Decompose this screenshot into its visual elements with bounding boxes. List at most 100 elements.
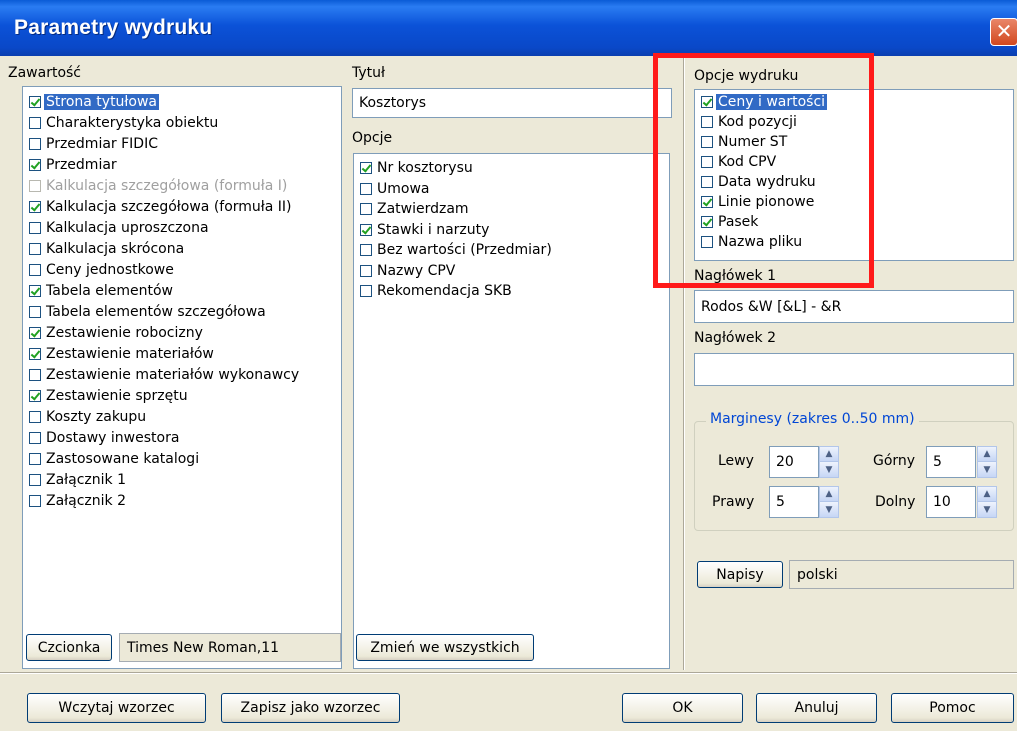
checkbox-icon[interactable]	[29, 264, 41, 276]
zawartosc-item[interactable]: Załącznik 1	[29, 470, 126, 490]
zawartosc-item[interactable]: Kalkulacja szczegółowa (formuła I)	[29, 176, 287, 196]
checkbox-icon[interactable]	[29, 306, 41, 318]
checkbox-icon[interactable]	[29, 138, 41, 150]
opcje-listbox[interactable]: Nr kosztorysu Umowa Zatwierdzam Stawki i na…	[353, 153, 670, 669]
zawartosc-item[interactable]: Zastosowane katalogi	[29, 449, 199, 469]
dolny-spin-up-icon[interactable]: ▲	[978, 487, 996, 502]
checkbox-icon[interactable]	[360, 244, 372, 256]
zawartosc-item[interactable]: Koszty zakupu	[29, 407, 146, 427]
zawartosc-item[interactable]: Kalkulacja skrócona	[29, 239, 184, 259]
checkbox-icon[interactable]	[360, 203, 372, 215]
checkbox-icon[interactable]	[29, 453, 41, 465]
zawartosc-item[interactable]: Strona tytułowa	[29, 92, 160, 112]
zawartosc-item[interactable]: Charakterystyka obiektu	[29, 113, 218, 133]
gorny-spin-down-icon[interactable]: ▼	[978, 462, 996, 477]
zawartosc-item[interactable]: Ceny jednostkowe	[29, 260, 174, 280]
zawartosc-item[interactable]: Przedmiar	[29, 155, 117, 175]
checkbox-icon[interactable]	[29, 180, 41, 192]
checkbox-icon[interactable]	[701, 176, 713, 188]
checkbox-icon[interactable]	[29, 369, 41, 381]
checkbox-icon[interactable]	[360, 182, 372, 195]
checkbox-icon[interactable]	[29, 222, 41, 234]
opcje-item[interactable]: Nr kosztorysu	[360, 158, 473, 178]
zawartosc-item[interactable]: Zestawienie materiałów	[29, 344, 214, 364]
opcje_wydruku-item[interactable]: Kod CPV	[701, 152, 776, 172]
opcje-item[interactable]: Nazwy CPV	[360, 261, 455, 281]
opcje_wydruku-item[interactable]: Kod pozycji	[701, 112, 797, 132]
opcje-item[interactable]: Rekomendacja SKB	[360, 281, 512, 301]
opcje_wydruku-item[interactable]: Linie pionowe	[701, 192, 814, 212]
prawy-spin-up-icon[interactable]: ▲	[820, 487, 838, 502]
checkbox-icon[interactable]	[29, 411, 41, 423]
zawartosc-item[interactable]: Kalkulacja uproszczona	[29, 218, 209, 238]
checkbox-icon[interactable]	[29, 117, 41, 129]
zawartosc-item[interactable]: Tabela elementów	[29, 281, 173, 301]
zawartosc-item[interactable]: Przedmiar FIDIC	[29, 134, 158, 154]
checkbox-icon[interactable]	[701, 216, 713, 228]
zawartosc-item[interactable]: Tabela elementów szczegółowa	[29, 302, 266, 322]
checkbox-icon[interactable]	[29, 474, 41, 486]
close-button[interactable]: ✕	[990, 18, 1017, 46]
pomoc-button[interactable]: Pomoc	[891, 693, 1014, 723]
checkbox-icon[interactable]	[701, 116, 713, 128]
checkbox-icon[interactable]	[29, 96, 41, 108]
checkbox-icon[interactable]	[701, 196, 713, 208]
opcje-item[interactable]: Umowa	[360, 179, 429, 199]
dolny-spinner[interactable]: ▲ ▼	[977, 486, 997, 518]
opcje-item[interactable]: Bez wartości (Przedmiar)	[360, 240, 552, 260]
gorny-spin-up-icon[interactable]: ▲	[978, 447, 996, 462]
opcje-item[interactable]: Zatwierdzam	[360, 199, 469, 219]
checkbox-icon[interactable]	[29, 285, 41, 297]
opcje_wydruku-item[interactable]: Data wydruku	[701, 172, 816, 192]
checkbox-icon[interactable]	[701, 136, 713, 148]
checkbox-icon[interactable]	[360, 223, 372, 236]
lewy-spinner[interactable]: ▲ ▼	[819, 446, 839, 478]
checkbox-icon[interactable]	[701, 236, 713, 248]
zmien-we-wszystkich-button[interactable]: Zmień we wszystkich	[356, 634, 534, 661]
zawartosc-item[interactable]: Zestawienie materiałów wykonawcy	[29, 365, 299, 385]
opcje_wydruku-item[interactable]: Ceny i wartości	[701, 92, 828, 112]
checkbox-icon[interactable]	[701, 156, 713, 168]
checkbox-icon[interactable]	[29, 159, 41, 171]
checkbox-icon[interactable]	[360, 285, 372, 297]
naglowek1-input[interactable]: Rodos &W [&L] - &R	[694, 290, 1014, 323]
checkbox-icon[interactable]	[29, 327, 41, 339]
ok-button[interactable]: OK	[622, 693, 743, 723]
checkbox-icon[interactable]	[29, 390, 41, 402]
wczytaj-wzorzec-button[interactable]: Wczytaj wzorzec	[27, 693, 206, 723]
gorny-input[interactable]: 5	[926, 446, 976, 478]
checkbox-icon[interactable]	[29, 201, 41, 213]
checkbox-icon[interactable]	[29, 243, 41, 255]
opcje-item[interactable]: Stawki i narzuty	[360, 220, 489, 240]
zawartosc-item[interactable]: Załącznik 2	[29, 491, 126, 511]
zawartosc-item[interactable]: Zestawienie sprzętu	[29, 386, 188, 406]
checkbox-icon[interactable]	[360, 264, 372, 277]
tytul-input[interactable]: Kosztorys	[352, 88, 672, 118]
opcje_wydruku-item[interactable]: Nazwa pliku	[701, 232, 802, 252]
checkbox-icon[interactable]	[29, 495, 41, 507]
prawy-spinner[interactable]: ▲ ▼	[819, 486, 839, 518]
gorny-spinner[interactable]: ▲ ▼	[977, 446, 997, 478]
zawartosc-listbox[interactable]: Strona tytułowa Charakterystyka obiektu Pr…	[22, 86, 342, 669]
checkbox-icon[interactable]	[29, 348, 41, 360]
title-bar[interactable]: Parametry wydruku ✕	[0, 0, 1017, 56]
dolny-spin-down-icon[interactable]: ▼	[978, 502, 996, 517]
naglowek2-input[interactable]	[694, 353, 1014, 386]
anuluj-button[interactable]: Anuluj	[756, 693, 877, 723]
czcionka-button[interactable]: Czcionka	[26, 634, 112, 661]
checkbox-icon[interactable]	[29, 432, 41, 444]
opcje_wydruku-item[interactable]: Pasek	[701, 212, 758, 232]
napisy-button[interactable]: Napisy	[697, 561, 783, 588]
opcje_wydruku-item[interactable]: Numer ST	[701, 132, 787, 152]
opcje-wydruku-listbox[interactable]: Ceny i wartości Kod pozycji Numer ST Kod CP…	[694, 89, 1014, 261]
dolny-input[interactable]: 10	[926, 486, 976, 518]
checkbox-icon[interactable]	[701, 96, 713, 108]
zawartosc-item[interactable]: Kalkulacja szczegółowa (formuła II)	[29, 197, 292, 217]
lewy-input[interactable]: 20	[769, 446, 819, 478]
zawartosc-item[interactable]: Zestawienie robocizny	[29, 323, 203, 343]
lewy-spin-up-icon[interactable]: ▲	[820, 447, 838, 462]
prawy-input[interactable]: 5	[769, 486, 819, 518]
zawartosc-item[interactable]: Dostawy inwestora	[29, 428, 179, 448]
checkbox-icon[interactable]	[360, 162, 372, 174]
prawy-spin-down-icon[interactable]: ▼	[820, 502, 838, 517]
